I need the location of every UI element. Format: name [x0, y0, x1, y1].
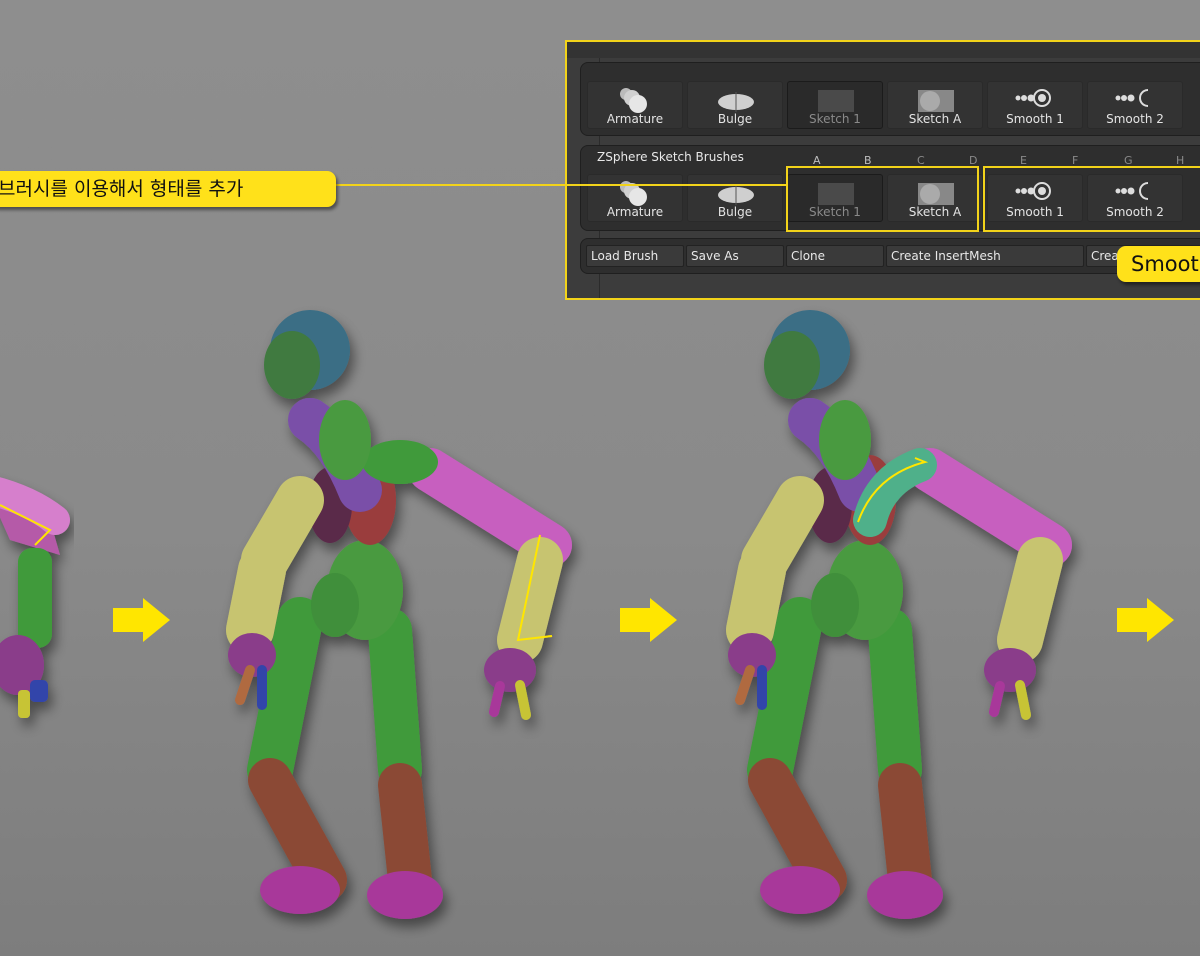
brush-row-top: Armature Bulge Sketch 1 Sketch A Smooth …: [580, 62, 1200, 136]
brush-tile-armature[interactable]: Armature: [587, 81, 683, 129]
zsphere-figure-after: [726, 310, 1072, 919]
callout-leader-line: [336, 184, 786, 186]
highlight-smooth-brushes: [983, 166, 1200, 232]
zsphere-brush-palette: Armature Bulge Sketch 1 Sketch A Smooth …: [565, 40, 1200, 300]
brush-tile-label: Smooth 1: [1006, 112, 1064, 126]
brush-tile-label: Armature: [606, 112, 664, 126]
brush-tile-sketch1[interactable]: Sketch 1: [787, 81, 883, 129]
arrow-right-icon: [113, 598, 170, 642]
load-brush-button[interactable]: Load Brush: [586, 245, 684, 267]
brush-tile-armature[interactable]: Armature: [587, 174, 683, 222]
panel-titlebar: [567, 42, 1200, 58]
arrow-right-icon: [620, 598, 677, 642]
brush-tile-label: Bulge: [717, 112, 753, 126]
clone-button[interactable]: Clone: [786, 245, 884, 267]
brush-actions-row: Load Brush Save As Clone Create InsertMe…: [580, 238, 1200, 274]
brush-tile-label: Smooth 2: [1106, 112, 1164, 126]
brush-tile-bulge[interactable]: Bulge: [687, 174, 783, 222]
brush-tile-smooth1[interactable]: Smooth 1: [987, 81, 1083, 129]
highlight-sketch-brushes: [786, 166, 979, 232]
callout-smooth-note: Smoot: [1117, 246, 1200, 282]
brush-tile-sketcha[interactable]: Sketch A: [887, 81, 983, 129]
brush-tile-label: Sketch 1: [809, 112, 861, 126]
figure-partial-left: [0, 477, 70, 718]
brush-tile-smooth2[interactable]: Smooth 2: [1087, 81, 1183, 129]
brush-tile-bulge[interactable]: Bulge: [687, 81, 783, 129]
zsphere-figure-before: [226, 310, 572, 919]
save-as-button[interactable]: Save As: [686, 245, 784, 267]
brush-tile-label: Sketch A: [908, 112, 962, 126]
section-title: ZSphere Sketch Brushes: [597, 150, 744, 164]
brush-tile-label: Bulge: [717, 205, 753, 219]
arrow-right-icon: [1117, 598, 1174, 642]
callout-sketch-note: 브러시를 이용해서 형태를 추가: [0, 171, 336, 207]
brush-tile-label: Armature: [606, 205, 664, 219]
create-insertmesh-button[interactable]: Create InsertMesh: [886, 245, 1084, 267]
